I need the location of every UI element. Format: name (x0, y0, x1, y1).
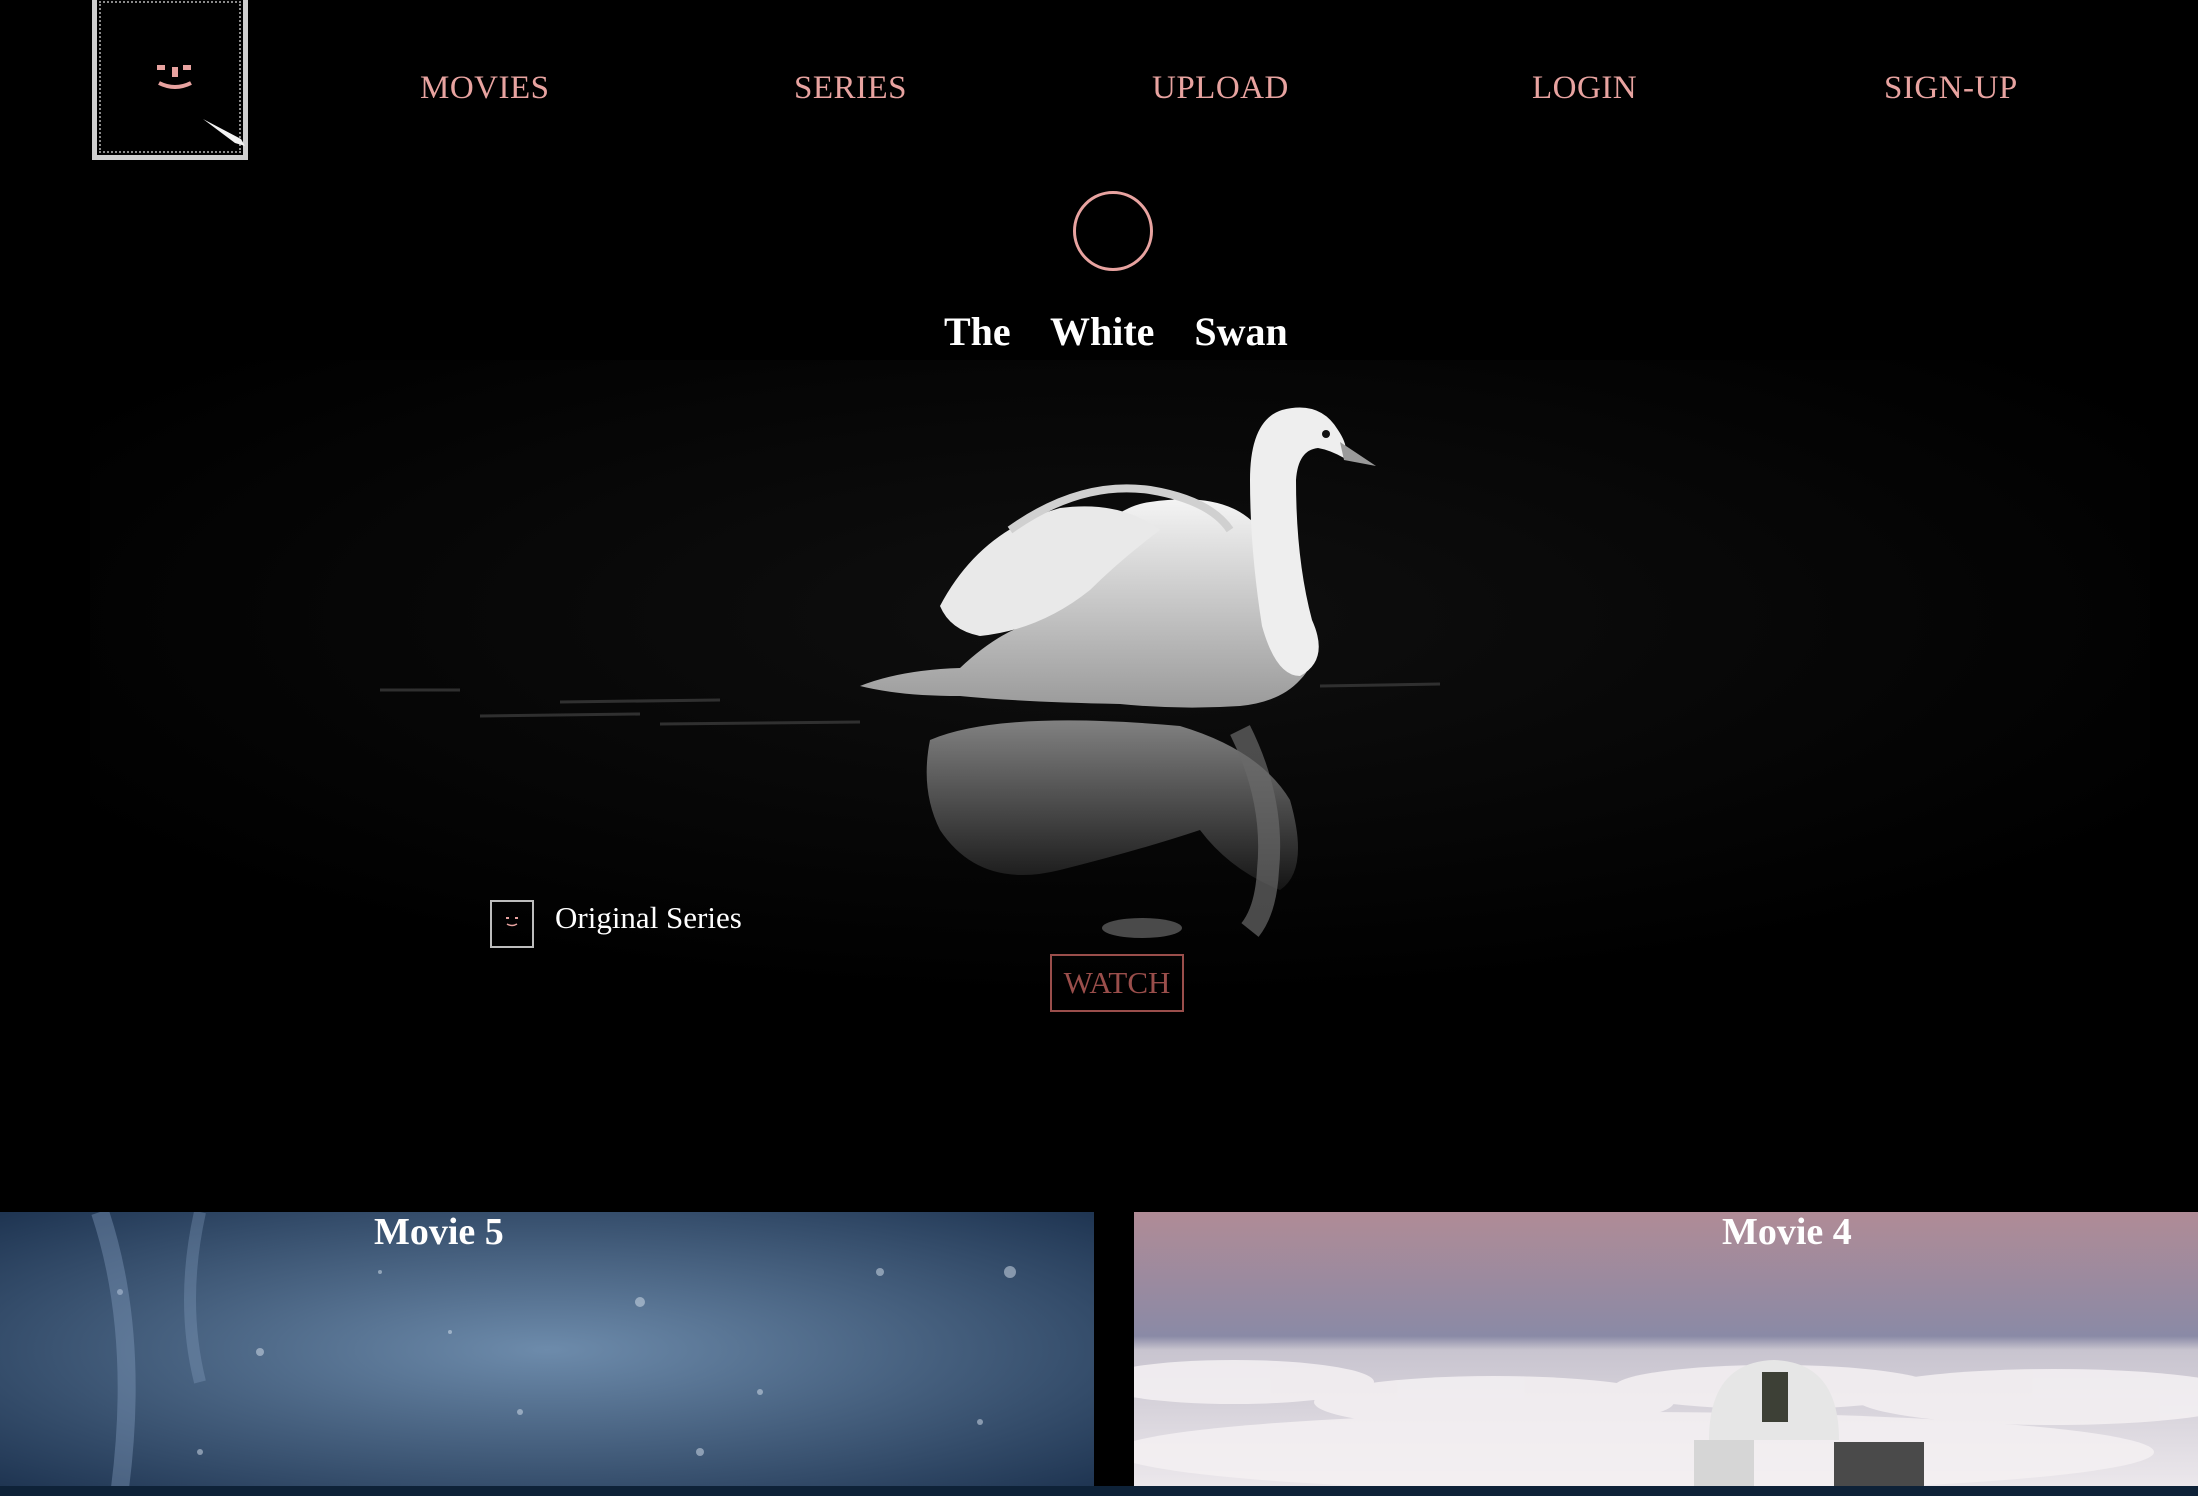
movie-card-4[interactable] (1134, 1212, 2198, 1488)
page: MOVIES SERIES UPLOAD LOGIN SIGN-UP The W… (0, 0, 2198, 1496)
nav-login[interactable]: LOGIN (1532, 70, 1637, 107)
face-logo-icon (506, 917, 518, 927)
play-circle-icon[interactable] (1073, 191, 1153, 271)
watch-button[interactable]: WATCH (1050, 954, 1184, 1012)
nav-upload[interactable]: UPLOAD (1152, 70, 1289, 107)
original-series-logo (490, 900, 534, 948)
movie-4-title: Movie 4 (1722, 1211, 1852, 1253)
movie-4-thumbnail (1134, 1212, 2198, 1488)
swan-hero-image (90, 360, 2150, 1000)
scrollbar-track (0, 1486, 2198, 1496)
face-logo-icon (157, 65, 192, 89)
original-series-label: Original Series (555, 900, 742, 935)
movie-5-thumbnail (0, 1212, 1094, 1488)
nav-series[interactable]: SERIES (794, 70, 907, 107)
pen-icon (203, 119, 245, 146)
logo[interactable] (92, 0, 248, 160)
nav-movies[interactable]: MOVIES (420, 70, 550, 107)
nav-sign-up[interactable]: SIGN-UP (1884, 70, 2018, 107)
movie-card-5[interactable] (0, 1212, 1094, 1488)
movie-5-title: Movie 5 (374, 1211, 504, 1253)
